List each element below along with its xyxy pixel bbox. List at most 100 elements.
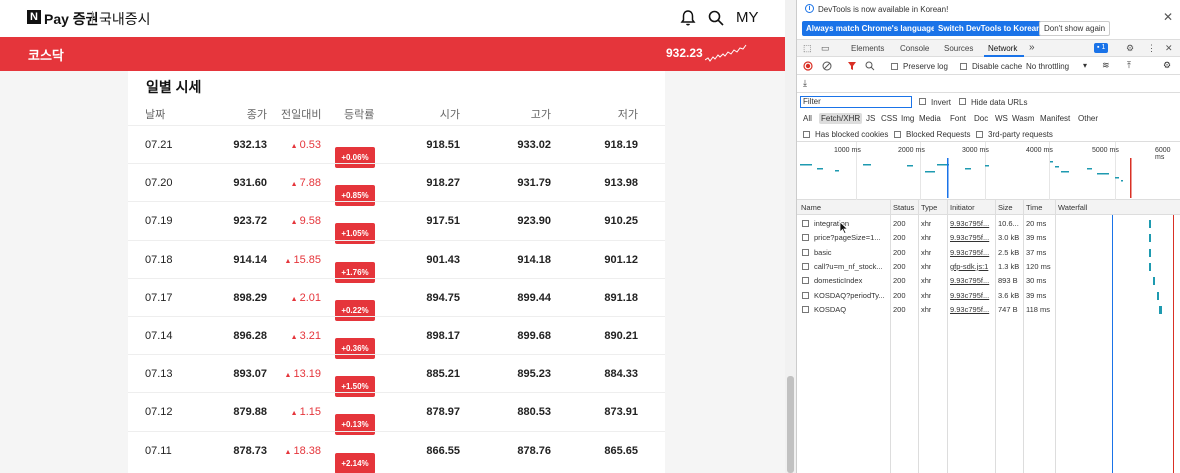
row-change: ▲ 2.01 [290, 291, 321, 304]
page-scrollbar-thumb[interactable] [787, 376, 794, 473]
row-close: 896.28 [233, 330, 267, 342]
record-icon[interactable] [803, 61, 813, 71]
type-ws[interactable]: WS [995, 114, 1008, 123]
network-row[interactable]: call?u=m_nf_stock... 200 xhr gfp-sdk.js:1 1.… [797, 260, 1180, 274]
type-all[interactable]: All [803, 114, 812, 123]
download-icon[interactable]: ⤓ [803, 78, 807, 89]
tab-sources[interactable]: Sources [944, 44, 973, 53]
col-type[interactable]: Type [921, 203, 937, 212]
row-date: 07.20 [145, 177, 173, 190]
upload-icon[interactable]: ⤒ [1127, 60, 1131, 71]
devtools-panel: i DevTools is now available in Korean! ✕… [796, 0, 1180, 473]
throttling-select[interactable]: No throttling [1026, 62, 1069, 71]
has-blocked-cookies-checkbox[interactable] [803, 131, 810, 138]
settings-icon[interactable]: ⚙ [1126, 43, 1134, 54]
request-initiator[interactable]: 9.93c795f... [950, 233, 994, 242]
info-icon: i [805, 4, 814, 13]
type-font[interactable]: Font [950, 114, 966, 123]
type-manifest[interactable]: Manifest [1040, 114, 1070, 123]
chevron-down-icon[interactable]: ▾ [1083, 61, 1087, 70]
filter-input[interactable]: Filter [800, 96, 912, 108]
more-options-icon[interactable]: ⋮ [1147, 43, 1156, 54]
type-wasm[interactable]: Wasm [1012, 114, 1034, 123]
switch-korean-button[interactable]: Switch DevTools to Korean [934, 21, 1045, 36]
search-icon[interactable] [707, 9, 725, 27]
my-menu[interactable]: MY [736, 9, 759, 26]
dont-show-again-button[interactable]: Don't show again [1039, 21, 1111, 36]
type-other[interactable]: Other [1078, 114, 1098, 123]
pay-securities-logo[interactable]: Pay 증권 [44, 9, 99, 29]
type-js[interactable]: JS [866, 114, 875, 123]
type-css[interactable]: CSS [881, 114, 897, 123]
request-initiator[interactable]: 9.93c795f... [950, 291, 994, 300]
request-type-icon [802, 277, 809, 285]
search-icon[interactable] [865, 61, 875, 71]
request-type: xhr [921, 276, 932, 286]
request-name[interactable]: domesticIndex [814, 276, 888, 285]
request-initiator[interactable]: 9.93c795f... [950, 219, 994, 228]
network-row[interactable]: domesticIndex 200 xhr 9.93c795f... 893 B 30 m… [797, 274, 1180, 288]
request-initiator[interactable]: 9.93c795f... [950, 305, 994, 314]
wifi-icon[interactable]: ≋ [1102, 60, 1110, 71]
network-row[interactable]: price?pageSize=1... 200 xhr 9.93c795f... 3.0… [797, 231, 1180, 245]
info-text: DevTools is now available in Korean! [818, 5, 949, 14]
bell-icon[interactable] [679, 9, 697, 27]
request-initiator[interactable]: 9.93c795f... [950, 248, 994, 257]
device-toolbar-icon[interactable]: ▭ [821, 43, 830, 54]
col-waterfall[interactable]: Waterfall [1058, 203, 1087, 212]
close-devtools-icon[interactable]: ✕ [1165, 43, 1173, 54]
more-tabs-icon[interactable]: » [1029, 42, 1035, 53]
request-name[interactable]: price?pageSize=1... [814, 233, 888, 242]
table-row: 07.21 932.13 ▲ 0.53 +0.06% 918.51 933.02 918.19 [128, 125, 665, 168]
request-name[interactable]: basic [814, 248, 888, 257]
preserve-log-checkbox[interactable] [891, 63, 898, 70]
invert-checkbox[interactable] [919, 98, 926, 105]
close-icon[interactable]: ✕ [1163, 10, 1173, 24]
col-close: 종가 [246, 109, 267, 121]
disable-cache-checkbox[interactable] [960, 63, 967, 70]
row-date: 07.12 [145, 406, 173, 419]
tab-elements[interactable]: Elements [851, 44, 884, 53]
inspect-icon[interactable]: ⬚ [803, 43, 812, 54]
col-low: 저가 [617, 109, 638, 121]
request-initiator[interactable]: gfp-sdk.js:1 [950, 262, 994, 271]
hide-data-urls-label: Hide data URLs [971, 98, 1028, 107]
filter-icon[interactable] [847, 61, 857, 71]
request-name[interactable]: integration [814, 219, 888, 228]
col-initiator[interactable]: Initiator [950, 203, 975, 212]
request-name[interactable]: KOSDAQ [814, 305, 888, 314]
request-type-icon [802, 248, 809, 256]
request-initiator[interactable]: 9.93c795f... [950, 276, 994, 285]
request-name[interactable]: call?u=m_nf_stock... [814, 262, 888, 271]
clear-icon[interactable] [822, 61, 832, 71]
network-overview-timeline[interactable]: 1000 ms 2000 ms 3000 ms 4000 ms 5000 ms … [797, 142, 1180, 200]
section-title[interactable]: 국내증시 [99, 9, 151, 29]
col-size[interactable]: Size [998, 203, 1013, 212]
network-row[interactable]: basic 200 xhr 9.93c795f... 2.5 kB 37 ms [797, 246, 1180, 260]
type-fetch-xhr[interactable]: Fetch/XHR [819, 113, 863, 124]
waterfall-bar [1157, 291, 1159, 300]
col-status[interactable]: Status [893, 203, 914, 212]
match-language-button[interactable]: Always match Chrome's language [802, 21, 940, 36]
row-high: 914.18 [517, 253, 551, 266]
tab-console[interactable]: Console [900, 44, 929, 53]
type-img[interactable]: Img [901, 114, 914, 123]
issues-badge[interactable]: ▪ 1 [1094, 43, 1109, 53]
col-name[interactable]: Name [801, 203, 821, 212]
type-media[interactable]: Media [919, 114, 941, 123]
network-row[interactable]: integration 200 xhr 9.93c795f... 10.6... 20 m… [797, 217, 1180, 231]
blocked-requests-checkbox[interactable] [894, 131, 901, 138]
network-settings-icon[interactable]: ⚙ [1163, 60, 1171, 71]
col-time[interactable]: Time [1026, 203, 1042, 212]
request-name[interactable]: KOSDAQ?periodTy... [814, 291, 888, 300]
network-row[interactable]: KOSDAQ 200 xhr 9.93c795f... 747 B 118 ms [797, 303, 1180, 317]
kosdaq-index-bar[interactable]: 코스닥 932.23 [0, 37, 785, 71]
row-close: 898.29 [233, 291, 267, 304]
tab-network[interactable]: Network [988, 44, 1017, 53]
naver-logo[interactable]: N [27, 10, 41, 24]
third-party-checkbox[interactable] [976, 131, 983, 138]
hide-data-urls-checkbox[interactable] [959, 98, 966, 105]
type-doc[interactable]: Doc [974, 114, 988, 123]
up-triangle-icon: ▲ [290, 410, 298, 418]
network-row[interactable]: KOSDAQ?periodTy... 200 xhr 9.93c795f... 3.6 … [797, 289, 1180, 303]
